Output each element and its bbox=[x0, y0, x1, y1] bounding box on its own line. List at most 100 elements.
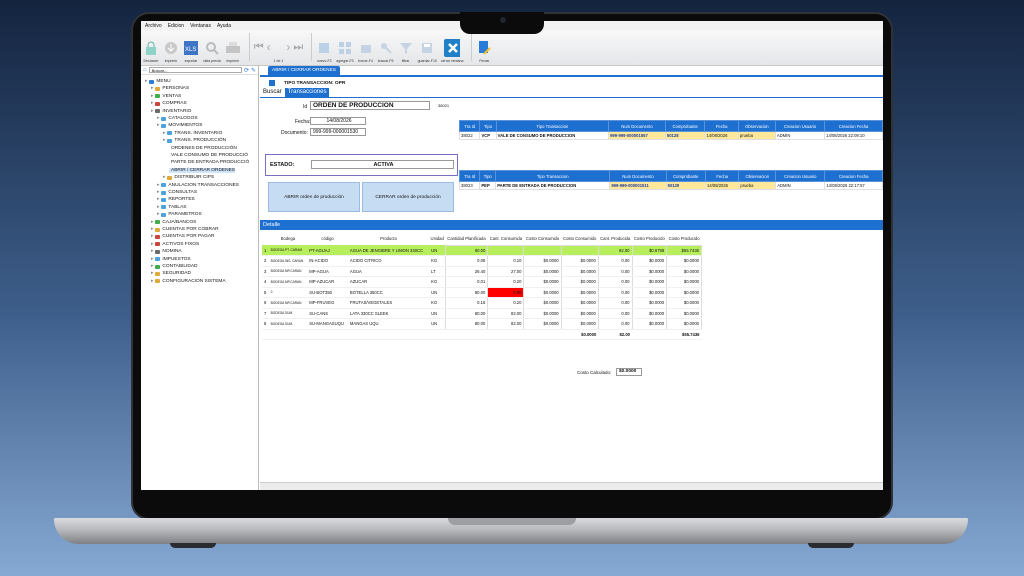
tree-item[interactable]: ▸ CONTABILIDAD bbox=[151, 264, 198, 269]
filter-button[interactable]: filtrar bbox=[398, 31, 414, 63]
column-header[interactable]: Costo Consumido bbox=[524, 232, 561, 245]
horizontal-scrollbar[interactable] bbox=[260, 482, 883, 490]
tree-item[interactable]: ▸ CONSULTAS bbox=[157, 190, 197, 195]
expand-icon[interactable]: ▸ bbox=[151, 242, 153, 247]
export-button[interactable]: XLS exportar bbox=[183, 31, 199, 63]
column-header[interactable]: Tipo bbox=[479, 120, 497, 132]
tree-item[interactable]: ▸ CONFIGURACION SISTEMA bbox=[151, 279, 226, 284]
home-icon[interactable]: ⌂ bbox=[143, 67, 147, 73]
column-header[interactable]: Bodega bbox=[269, 232, 308, 245]
column-header[interactable]: Cantidad Planificada bbox=[445, 232, 488, 245]
fecha-field[interactable]: 14/08/2026 bbox=[310, 117, 366, 125]
menu-edicion[interactable]: Edicion bbox=[168, 23, 184, 29]
table-row[interactable]: 7 BODEGA SUM. SU-CANS LATA 330CC SLEEK UN 80.… bbox=[262, 307, 702, 319]
column-header[interactable]: Creacion Fecha bbox=[824, 170, 883, 182]
expand-icon[interactable]: ▸ bbox=[157, 190, 159, 195]
next-page-icon[interactable]: › bbox=[286, 40, 290, 54]
column-header[interactable]: Cant. Consumida bbox=[488, 232, 524, 245]
table-cell[interactable]: $0.0000 bbox=[631, 276, 668, 288]
table-cell[interactable]: $0.0000 bbox=[523, 255, 562, 267]
prev-page-icon[interactable]: ‹ bbox=[267, 40, 271, 54]
table-cell[interactable] bbox=[560, 244, 599, 256]
table-cell[interactable]: $0.0000 bbox=[523, 307, 562, 319]
delete-button[interactable]: borrar-F4 bbox=[358, 31, 374, 63]
column-header[interactable]: Costo Consumido bbox=[561, 232, 598, 245]
table-cell[interactable]: 0.20 bbox=[487, 276, 525, 288]
tree-item[interactable]: ▸ CUENTAS POR PAGAR bbox=[151, 234, 215, 239]
column-header[interactable]: Costo Producido bbox=[667, 232, 702, 245]
expand-icon[interactable]: ▸ bbox=[157, 123, 159, 128]
expand-icon[interactable]: ▸ bbox=[151, 227, 153, 232]
table-cell[interactable]: 0.00 bbox=[597, 255, 633, 267]
tree-item[interactable]: ▸ ANULACION TRANSACCIONES bbox=[157, 183, 239, 188]
table-cell[interactable]: $0.0000 bbox=[631, 265, 668, 277]
search-button[interactable]: buscar-F5 bbox=[378, 31, 394, 63]
expand-icon[interactable]: ▸ bbox=[151, 234, 153, 239]
tree-item[interactable]: ▸ VENTAS bbox=[151, 94, 181, 99]
expand-icon[interactable]: ▸ bbox=[151, 101, 153, 106]
table-row[interactable]: 4 BODEGA MP.CARAN MP-AZUCAR AZUCAR KG 0.01 0.2… bbox=[262, 276, 702, 288]
table-cell[interactable]: $0.0000 bbox=[631, 255, 668, 267]
column-header[interactable]: Num Documento bbox=[608, 120, 666, 132]
table-cell[interactable]: $0.0000 bbox=[560, 276, 599, 288]
table-cell[interactable]: $0.0000 bbox=[523, 265, 562, 277]
table-cell[interactable]: 0.00 bbox=[487, 286, 525, 298]
table-cell[interactable]: 80.00 bbox=[444, 318, 489, 330]
expand-icon[interactable]: ▸ bbox=[163, 131, 165, 136]
table-row[interactable]: 38023 PEP PARTE DE ENTRADA DE PRODUCCION 99… bbox=[458, 181, 883, 190]
expand-icon[interactable]: ▸ bbox=[163, 175, 165, 180]
expand-icon[interactable]: ▸ bbox=[151, 264, 153, 269]
expand-icon[interactable]: ▸ bbox=[145, 79, 147, 84]
column-header[interactable]: Comprobante bbox=[665, 170, 707, 182]
column-header[interactable]: Creacion Usuario bbox=[775, 170, 826, 182]
tree-item[interactable]: ▸ MOVIMIENTOS bbox=[157, 123, 202, 128]
column-header[interactable]: Observacion bbox=[737, 120, 776, 132]
table-cell[interactable]: $0.0000 bbox=[560, 255, 599, 267]
table-cell[interactable]: 26.40 bbox=[444, 265, 489, 277]
column-header[interactable]: Comprobante bbox=[664, 120, 706, 132]
tree-item[interactable]: ▸ CUENTAS POR COBRAR bbox=[151, 227, 219, 232]
table-cell[interactable]: 0.10 bbox=[487, 255, 525, 267]
table-cell[interactable]: 0.00 bbox=[597, 318, 633, 330]
column-header[interactable]: Producto bbox=[348, 232, 429, 245]
column-header[interactable]: Creacion Usuario bbox=[774, 120, 826, 132]
table-cell[interactable]: 0.00 bbox=[597, 265, 633, 277]
print2-button[interactable]: imprimir bbox=[225, 31, 241, 63]
table-cell[interactable]: $0.0000 bbox=[666, 307, 702, 319]
tree-item[interactable]: ▸ PARAMETROS bbox=[157, 212, 202, 217]
table-cell[interactable]: $0.0000 bbox=[560, 286, 599, 298]
table-cell[interactable]: $0.0000 bbox=[666, 276, 702, 288]
tree-item[interactable]: ▸ IMPUESTOS bbox=[151, 257, 191, 262]
table-cell[interactable]: 27.00 bbox=[487, 265, 525, 277]
table-cell[interactable]: $0.0000 bbox=[666, 255, 702, 267]
tree-item[interactable]: ▸ CAJA/BANCOS bbox=[151, 220, 196, 225]
table-cell[interactable]: $0.0000 bbox=[631, 297, 668, 309]
expand-icon[interactable]: ▸ bbox=[157, 197, 159, 202]
expand-icon[interactable]: ▸ bbox=[151, 94, 153, 99]
table-cell[interactable]: 80.00 bbox=[444, 244, 489, 256]
sign-button[interactable]: Firmar bbox=[476, 31, 492, 63]
tree-search-input[interactable]: Buscar... bbox=[148, 67, 242, 73]
tree-item[interactable]: PARTE DE ENTRADA PRODUCCIÓ bbox=[169, 160, 249, 165]
preview-button[interactable]: vista previa bbox=[203, 31, 221, 63]
new-button[interactable]: nuevo-F2 bbox=[316, 31, 332, 63]
table-cell[interactable]: $0.0000 bbox=[631, 307, 668, 319]
column-header[interactable]: Tipo Transaccion bbox=[495, 170, 611, 182]
expand-icon[interactable]: ▸ bbox=[151, 86, 153, 91]
cerrar-orden-button[interactable]: CERRAR orden de producción bbox=[362, 182, 454, 212]
expand-icon[interactable]: ▸ bbox=[157, 212, 159, 217]
table-cell[interactable]: 0.00 bbox=[597, 297, 633, 309]
column-header[interactable]: Creacion Fecha bbox=[824, 120, 883, 132]
table-cell[interactable]: 80.00 bbox=[444, 286, 489, 298]
table-cell[interactable]: $0.0000 bbox=[666, 297, 702, 309]
table-cell[interactable]: $0.0000 bbox=[560, 307, 599, 319]
table-cell[interactable]: 0.00 bbox=[597, 286, 633, 298]
table-row[interactable]: 2 BODEGA INS. CARAN IN-ACIDO ACIDO CITRICO K… bbox=[262, 255, 702, 267]
expand-icon[interactable]: ▸ bbox=[151, 249, 153, 254]
close-window-button[interactable]: cerrar ventana bbox=[441, 31, 463, 63]
column-header[interactable]: Tra Id bbox=[458, 120, 481, 132]
expand-icon[interactable]: ▸ bbox=[157, 205, 159, 210]
id-field[interactable]: ORDEN DE PRODUCCION bbox=[310, 101, 430, 110]
table-cell[interactable]: $0.0000 bbox=[523, 276, 562, 288]
tree-item[interactable]: ▸ TRANS. PRODUCCIÓN bbox=[163, 138, 226, 143]
